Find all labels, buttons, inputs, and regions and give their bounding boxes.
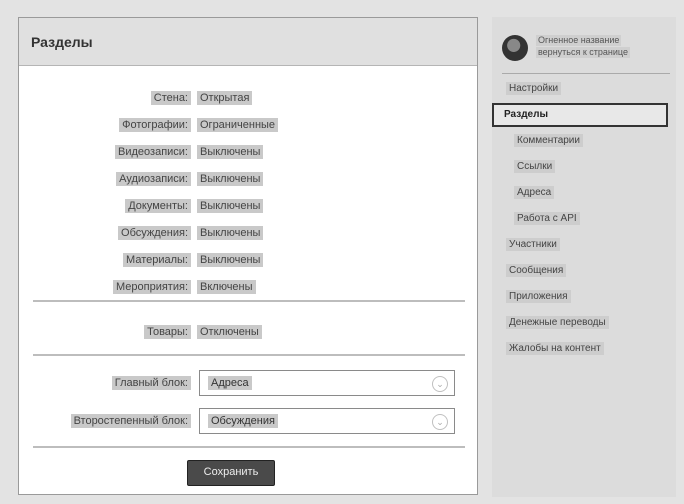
- section-row-audio[interactable]: Аудиозаписи: Выключены: [19, 171, 477, 189]
- avatar[interactable]: [502, 35, 528, 61]
- section-label: Аудиозаписи:: [116, 172, 191, 186]
- community-profile-link[interactable]: Огненное название вернуться к странице: [498, 23, 674, 69]
- sidebar-item-comments[interactable]: Комментарии: [514, 134, 583, 151]
- main-block-value: Адреса: [208, 376, 252, 390]
- sidebar-item-members[interactable]: Участники: [506, 238, 560, 255]
- section-value[interactable]: Выключены: [197, 253, 264, 267]
- sidebar-item-apps[interactable]: Приложения: [506, 290, 571, 307]
- divider: [33, 300, 465, 302]
- goods-value[interactable]: Отключены: [197, 325, 262, 339]
- secondary-block-label: Второстепенный блок:: [70, 414, 191, 428]
- sidebar-item-links[interactable]: Ссылки: [514, 160, 556, 177]
- section-label: Фотографии:: [119, 118, 191, 132]
- save-button[interactable]: Сохранить: [187, 460, 275, 486]
- section-value[interactable]: Выключены: [197, 226, 264, 240]
- panel-header: Разделы: [19, 18, 477, 66]
- section-label: Материалы:: [123, 253, 191, 267]
- sidebar-item-label: Адреса: [514, 186, 555, 199]
- sidebar-item-label: Денежные переводы: [506, 316, 609, 329]
- section-value[interactable]: Выключены: [197, 172, 264, 186]
- chevron-down-icon: ⌄: [432, 376, 448, 392]
- section-row-photos[interactable]: Фотографии: Ограниченные: [19, 117, 477, 135]
- section-row-wall[interactable]: Стена: Открытая: [19, 90, 477, 108]
- sidebar-item-label: Комментарии: [514, 134, 583, 147]
- section-value[interactable]: Выключены: [197, 145, 264, 159]
- divider: [33, 354, 465, 356]
- section-label: Видеозаписи:: [115, 145, 191, 159]
- sidebar-item-label: Настройки: [506, 82, 562, 95]
- section-label: Стена:: [150, 91, 191, 105]
- sidebar-item-sections[interactable]: Разделы: [492, 103, 668, 127]
- secondary-block-row: Второстепенный блок: Обсуждения ⌄: [19, 408, 477, 436]
- secondary-block-select[interactable]: Обсуждения ⌄: [199, 408, 455, 434]
- section-value[interactable]: Выключены: [197, 199, 264, 213]
- sidebar: Огненное название вернуться к странице Н…: [492, 17, 676, 497]
- section-label: Мероприятия:: [112, 280, 191, 294]
- section-row-goods[interactable]: Товары: Отключены: [19, 324, 477, 342]
- sidebar-item-messages[interactable]: Сообщения: [506, 264, 567, 281]
- sidebar-item-addresses[interactable]: Адреса: [514, 186, 555, 203]
- sidebar-item-label: Сообщения: [506, 264, 567, 277]
- community-name[interactable]: Огненное название: [536, 35, 622, 46]
- section-value[interactable]: Открытая: [197, 91, 253, 105]
- section-row-documents[interactable]: Документы: Выключены: [19, 198, 477, 216]
- divider: [33, 446, 465, 448]
- secondary-block-value: Обсуждения: [208, 414, 278, 428]
- sidebar-item-api[interactable]: Работа с API: [514, 212, 580, 229]
- section-row-discussions[interactable]: Обсуждения: Выключены: [19, 225, 477, 243]
- chevron-down-icon: ⌄: [432, 414, 448, 430]
- panel-title: Разделы: [31, 33, 93, 50]
- section-label: Документы:: [125, 199, 191, 213]
- sidebar-item-label: Ссылки: [514, 160, 556, 173]
- sidebar-item-label: Приложения: [506, 290, 571, 303]
- section-value[interactable]: Включены: [197, 280, 256, 294]
- sidebar-item-label: Жалобы на контент: [506, 342, 604, 355]
- back-to-page-link[interactable]: вернуться к странице: [536, 47, 630, 58]
- sidebar-divider: [502, 73, 670, 74]
- section-row-videos[interactable]: Видеозаписи: Выключены: [19, 144, 477, 162]
- main-block-select[interactable]: Адреса ⌄: [199, 370, 455, 396]
- section-row-materials[interactable]: Материалы: Выключены: [19, 252, 477, 270]
- sidebar-item-label: Разделы: [504, 109, 548, 120]
- section-value[interactable]: Ограниченные: [197, 118, 279, 132]
- sections-panel: Разделы Стена: Открытая Фотографии: Огра…: [18, 17, 478, 495]
- sidebar-item-content-reports[interactable]: Жалобы на контент: [506, 342, 604, 359]
- sidebar-item-label: Участники: [506, 238, 560, 251]
- goods-label: Товары:: [144, 325, 191, 339]
- profile-text[interactable]: Огненное название вернуться к странице: [536, 35, 630, 59]
- sidebar-item-label: Работа с API: [514, 212, 580, 225]
- sidebar-item-settings[interactable]: Настройки: [506, 82, 562, 99]
- main-block-row: Главный блок: Адреса ⌄: [19, 370, 477, 398]
- sidebar-item-money-transfers[interactable]: Денежные переводы: [506, 316, 609, 333]
- section-label: Обсуждения:: [118, 226, 191, 240]
- main-block-label: Главный блок:: [111, 376, 191, 390]
- section-row-events[interactable]: Мероприятия: Включены: [19, 279, 477, 297]
